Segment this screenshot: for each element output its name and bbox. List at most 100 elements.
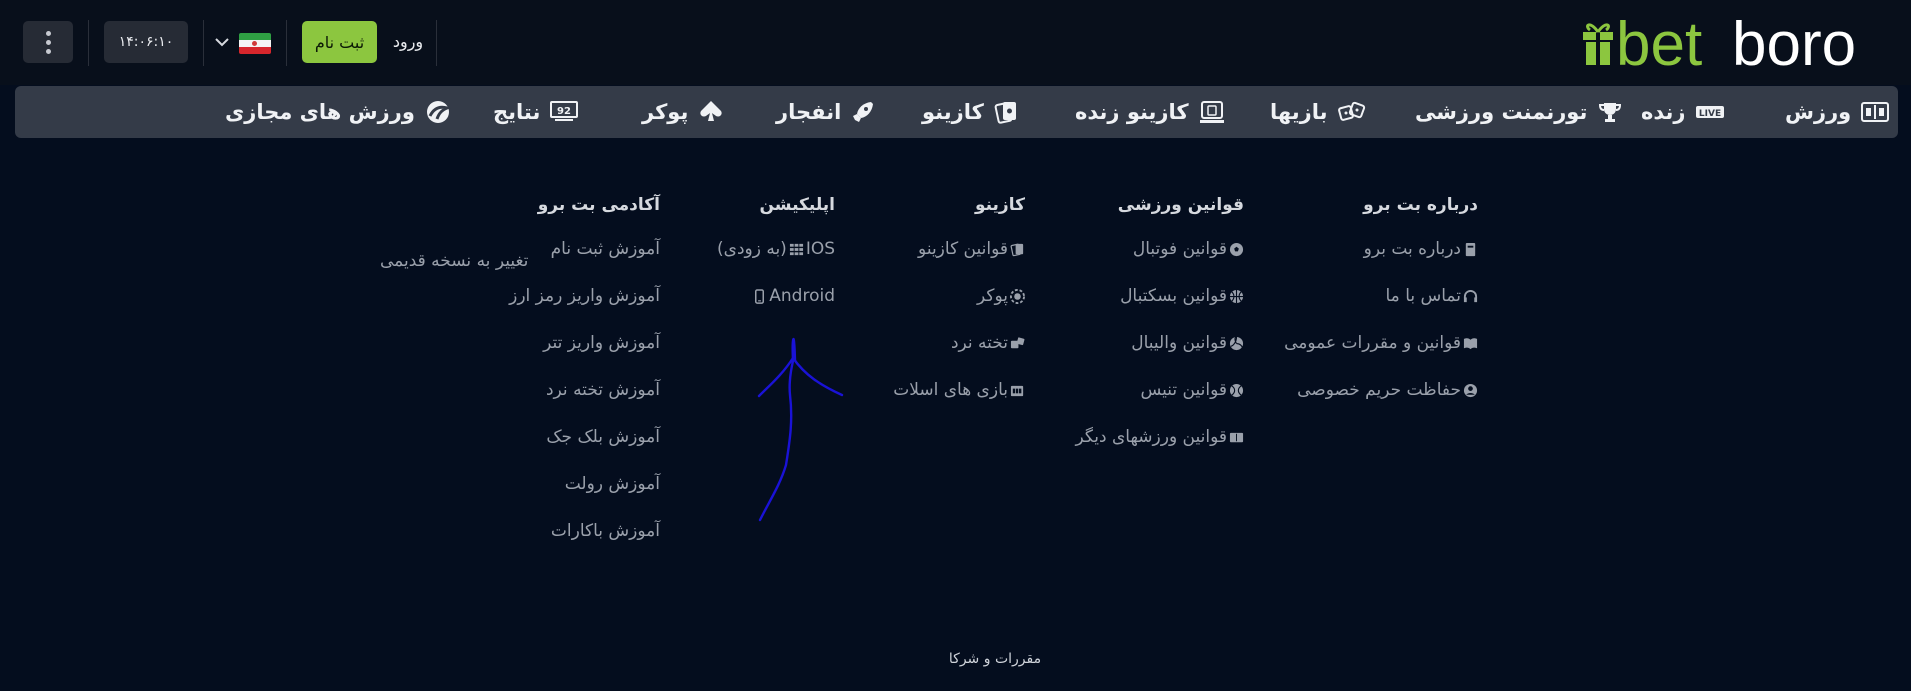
open-book-icon [1463, 338, 1478, 350]
login-button[interactable]: ورود [390, 32, 426, 51]
nav-item-label: نتایج [493, 100, 541, 124]
nav-item-poker[interactable]: پوکر [642, 86, 724, 138]
link-terms[interactable]: قوانین و مقررات عمومی [1284, 333, 1478, 380]
book-icon [1465, 242, 1476, 257]
nav-item-label: زنده [1641, 100, 1686, 124]
link-privacy[interactable]: حفاظت حریم خصوصی [1296, 380, 1478, 427]
link-academy-roulette[interactable]: آموزش رولت [520, 474, 660, 521]
live-icon: LIVE [1695, 106, 1724, 119]
user-circle-icon [1463, 383, 1478, 398]
live-casino-icon [1199, 101, 1224, 123]
divider [286, 20, 287, 66]
nav-item-virtual-sports[interactable]: ورزش های مجازی [225, 86, 451, 138]
nav-item-live-casino[interactable]: کازینو زنده [1075, 86, 1225, 138]
footer-column-academy: آکادمی بت برو آموزش ثبت نام آموزش واریز … [509, 193, 660, 568]
nav-item-label: کازینو [922, 100, 984, 124]
link-volleyball-rules[interactable]: قوانین والیبال [1078, 333, 1244, 380]
link-academy-backgammon[interactable]: آموزش تخته نرد [520, 380, 660, 427]
iran-flag-icon[interactable] [239, 33, 271, 54]
dot [45, 30, 51, 36]
svg-text:92: 92 [557, 106, 571, 117]
divider [436, 20, 437, 66]
footer-column-app: اپلیکیشن IOS (به زودی) Android [713, 193, 835, 333]
link-ios[interactable]: IOS (به زودی) [713, 239, 835, 286]
register-button[interactable]: ثبت نام [302, 21, 377, 63]
footer-column-casino: کازینو قوانین کازینو پوکر تخته نرد بازی … [892, 193, 1025, 427]
phone-icon [755, 289, 765, 304]
divider [203, 20, 204, 66]
link-academy-tether[interactable]: آموزش واریز تتر [520, 333, 660, 380]
footer-column-sports-rules: قوانین ورزشی قوانین فوتبال قوانین بسکتبا… [1075, 193, 1244, 474]
nav-item-crash[interactable]: انفجار [776, 86, 875, 138]
betboro-logo[interactable]: bet boro [1580, 10, 1896, 78]
column-title: اپلیکیشن [759, 195, 835, 215]
top-bar: ۱۴:۰۶:۱۰ ثبت نام ورود bet boro [0, 0, 1911, 85]
footer-column-about: درباره بت برو درباره بت برو تماس با ما ق… [1284, 193, 1478, 427]
switch-old-version-link[interactable]: تغییر به نسخه قدیمی [380, 251, 528, 271]
clock: ۱۴:۰۶:۱۰ [104, 21, 188, 63]
link-android[interactable]: Android [713, 286, 835, 333]
headset-icon [1463, 290, 1478, 303]
nav-item-label: ورزش [1785, 100, 1852, 124]
more-menu-button[interactable] [23, 21, 73, 63]
link-about[interactable]: درباره بت برو [1296, 239, 1478, 286]
tennis-icon [1229, 383, 1244, 398]
virtual-sports-icon [426, 101, 451, 123]
gift-icon [1583, 23, 1613, 65]
nav-item-live[interactable]: LIVE زنده [1641, 86, 1724, 138]
cards-icon [1010, 243, 1024, 257]
link-academy-baccarat[interactable]: آموزش باکارات [520, 521, 660, 568]
nav-item-games[interactable]: بازیها [1270, 86, 1366, 138]
link-slots[interactable]: بازی های اسلات [892, 380, 1025, 427]
volleyball-icon [1229, 336, 1244, 351]
nav-item-label: کازینو زنده [1075, 100, 1189, 124]
grid-icon [789, 243, 803, 256]
dice-icon [1337, 101, 1365, 121]
cards-icon [994, 102, 1016, 124]
football-icon [1229, 242, 1244, 257]
chevron-down-icon[interactable] [213, 33, 231, 51]
basketball-icon [1229, 289, 1244, 304]
nav-item-label: تورنمنت ورزشی [1415, 100, 1588, 124]
link-academy-crypto[interactable]: آموزش واریز رمز ارز [509, 286, 660, 333]
link-poker[interactable]: پوکر [892, 286, 1025, 333]
scoreboard-icon [1861, 102, 1890, 122]
link-basketball-rules[interactable]: قوانین بسکتبال [1078, 286, 1244, 333]
rocket-icon [853, 102, 874, 122]
divider [88, 20, 89, 66]
nav-item-casino[interactable]: کازینو [922, 86, 1018, 138]
spade-icon [700, 101, 722, 121]
link-academy-blackjack[interactable]: آموزش بلک جک [520, 427, 660, 474]
scoreboard-icon [1229, 432, 1244, 443]
nav-item-label: ورزش های مجازی [225, 100, 415, 124]
link-football-rules[interactable]: قوانین فوتبال [1078, 239, 1244, 286]
nav-item-tournament[interactable]: تورنمنت ورزشی [1415, 86, 1623, 138]
nav-item-sports[interactable]: ورزش [1785, 86, 1890, 138]
dice-icon [1010, 337, 1025, 349]
nav-item-results[interactable]: 92 نتایج [493, 86, 579, 138]
column-title: قوانین ورزشی [1117, 195, 1244, 215]
column-title: کازینو [974, 195, 1025, 215]
link-casino-rules[interactable]: قوانین کازینو [892, 239, 1025, 286]
column-title: آکادمی بت برو [537, 195, 660, 215]
link-contact[interactable]: تماس با ما [1296, 286, 1478, 333]
brand-bet: bet [1616, 10, 1702, 78]
nav-item-label: انفجار [776, 100, 842, 124]
link-backgammon[interactable]: تخته نرد [892, 333, 1025, 380]
column-title: درباره بت برو [1363, 195, 1478, 215]
trophy-icon [1599, 103, 1622, 122]
brand-boro: boro [1732, 10, 1856, 78]
link-other-sports-rules[interactable]: قوانین ورزشهای دیگر [1075, 427, 1244, 474]
main-nav: ورزش LIVE زنده تورنمنت ورزشی بازیها کازی… [15, 86, 1898, 138]
nav-item-label: بازیها [1270, 100, 1328, 124]
svg-text:LIVE: LIVE [1698, 109, 1720, 119]
nav-item-label: پوکر [642, 100, 689, 124]
slot-icon [1010, 385, 1024, 397]
chip-icon [1010, 289, 1025, 304]
link-tennis-rules[interactable]: قوانین تنیس [1078, 380, 1244, 427]
link-academy-register[interactable]: آموزش ثبت نام [520, 239, 660, 286]
dot [45, 39, 51, 45]
results-icon: 92 [550, 101, 579, 121]
dot [45, 48, 51, 54]
legal-link[interactable]: مقررات و شرکا [900, 651, 1090, 667]
